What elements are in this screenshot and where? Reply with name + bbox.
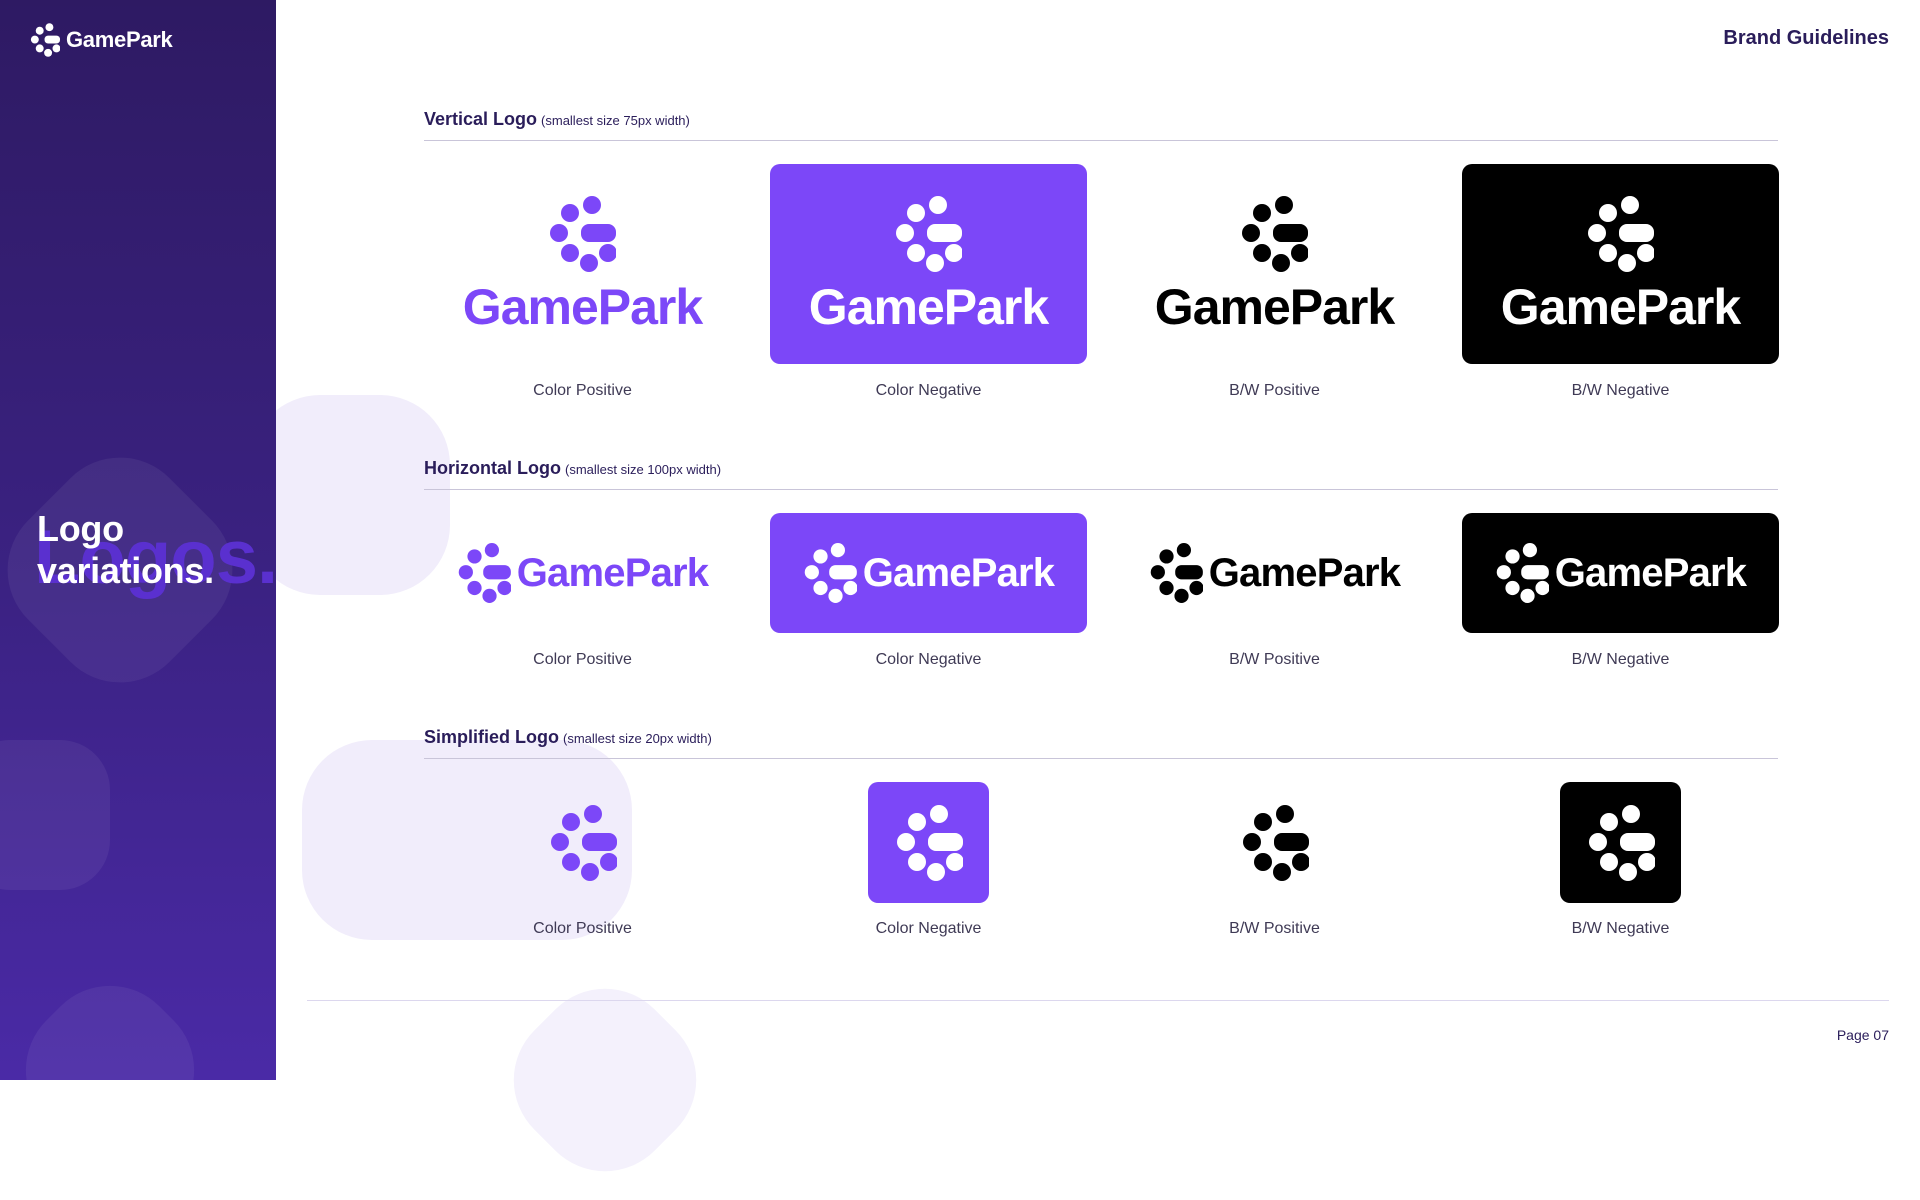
wordmark: GamePark bbox=[516, 551, 709, 595]
brand-name: GamePark bbox=[66, 27, 173, 52]
section-divider bbox=[424, 140, 1778, 141]
variant-caption: Color Negative bbox=[875, 382, 982, 399]
page-title: Logo variations. bbox=[37, 508, 214, 591]
page-number: Page 07 bbox=[1836, 1027, 1889, 1043]
gamepark-dots-icon bbox=[803, 543, 857, 603]
sidebar: GamePark Logos. Logo variations. bbox=[0, 0, 276, 1080]
gamepark-dots-icon bbox=[548, 196, 616, 272]
logo-tile-vertical-color-negative: GamePark bbox=[770, 164, 1087, 364]
logo-tile-vertical-bw-positive: GamePark bbox=[1116, 164, 1433, 364]
variant-caption: Color Negative bbox=[875, 920, 982, 937]
footer-divider bbox=[307, 1000, 1889, 1001]
gamepark-dots-icon bbox=[1587, 805, 1655, 881]
section-note: (smallest size 75px width) bbox=[541, 113, 690, 128]
variant-caption: B/W Positive bbox=[1229, 382, 1320, 399]
variant-caption: B/W Negative bbox=[1571, 382, 1670, 399]
variant-caption: Color Positive bbox=[533, 382, 632, 399]
section-header-vertical: Vertical Logo (smallest size 75px width) bbox=[424, 109, 1778, 141]
logo-tile-simplified-bw-positive bbox=[1214, 782, 1335, 903]
logo-tile-simplified-color-positive bbox=[522, 782, 643, 903]
variant-caption: B/W Negative bbox=[1571, 920, 1670, 937]
section-divider bbox=[424, 489, 1778, 490]
section-title: Simplified Logo bbox=[424, 727, 559, 747]
gamepark-dots-icon bbox=[549, 805, 617, 881]
gamepark-dots-icon bbox=[1149, 543, 1203, 603]
gamepark-dots-icon bbox=[30, 23, 60, 57]
wordmark: GamePark bbox=[808, 279, 1049, 335]
document-title: Brand Guidelines bbox=[1723, 27, 1889, 49]
logo-tile-horizontal-bw-positive: GamePark bbox=[1116, 513, 1433, 633]
section-note: (smallest size 100px width) bbox=[564, 462, 722, 477]
logo-tile-vertical-color-positive: GamePark bbox=[424, 164, 741, 364]
decorative-blob bbox=[250, 395, 450, 595]
wordmark: GamePark bbox=[862, 551, 1055, 595]
logo-tile-horizontal-color-positive: GamePark bbox=[424, 513, 741, 633]
decorative-blob bbox=[0, 740, 110, 890]
variant-caption: B/W Negative bbox=[1571, 651, 1670, 668]
gamepark-dots-icon bbox=[1241, 805, 1309, 881]
brand-logo[interactable]: GamePark bbox=[30, 23, 173, 57]
section-header-horizontal: Horizontal Logo (smallest size 100px widt… bbox=[424, 458, 1778, 490]
logo-tile-horizontal-color-negative: GamePark bbox=[770, 513, 1087, 633]
section-title: Vertical Logo bbox=[424, 109, 538, 129]
section-title: Horizontal Logo bbox=[424, 458, 561, 478]
gamepark-dots-icon bbox=[457, 543, 511, 603]
variant-caption: Color Positive bbox=[533, 920, 632, 937]
gamepark-dots-icon bbox=[894, 196, 962, 272]
decorative-blob bbox=[0, 956, 224, 1080]
wordmark: GamePark bbox=[1208, 551, 1401, 595]
wordmark: GamePark bbox=[462, 279, 703, 335]
section-note: (smallest size 20px width) bbox=[563, 731, 712, 746]
section-divider bbox=[424, 758, 1778, 759]
logo-tile-simplified-color-negative bbox=[868, 782, 989, 903]
variant-caption: B/W Positive bbox=[1229, 651, 1320, 668]
wordmark: GamePark bbox=[1500, 279, 1741, 335]
gamepark-dots-icon bbox=[1240, 196, 1308, 272]
logo-tile-simplified-bw-negative bbox=[1560, 782, 1681, 903]
gamepark-dots-icon bbox=[895, 805, 963, 881]
variant-caption: B/W Positive bbox=[1229, 920, 1320, 937]
variant-caption: Color Positive bbox=[533, 651, 632, 668]
wordmark: GamePark bbox=[1554, 551, 1747, 595]
logo-tile-vertical-bw-negative: GamePark bbox=[1462, 164, 1779, 364]
section-header-simplified: Simplified Logo (smallest size 20px width… bbox=[424, 727, 1778, 759]
variant-caption: Color Negative bbox=[875, 651, 982, 668]
gamepark-dots-icon bbox=[1586, 196, 1654, 272]
gamepark-dots-icon bbox=[1495, 543, 1549, 603]
wordmark: GamePark bbox=[1154, 279, 1395, 335]
logo-tile-horizontal-bw-negative: GamePark bbox=[1462, 513, 1779, 633]
